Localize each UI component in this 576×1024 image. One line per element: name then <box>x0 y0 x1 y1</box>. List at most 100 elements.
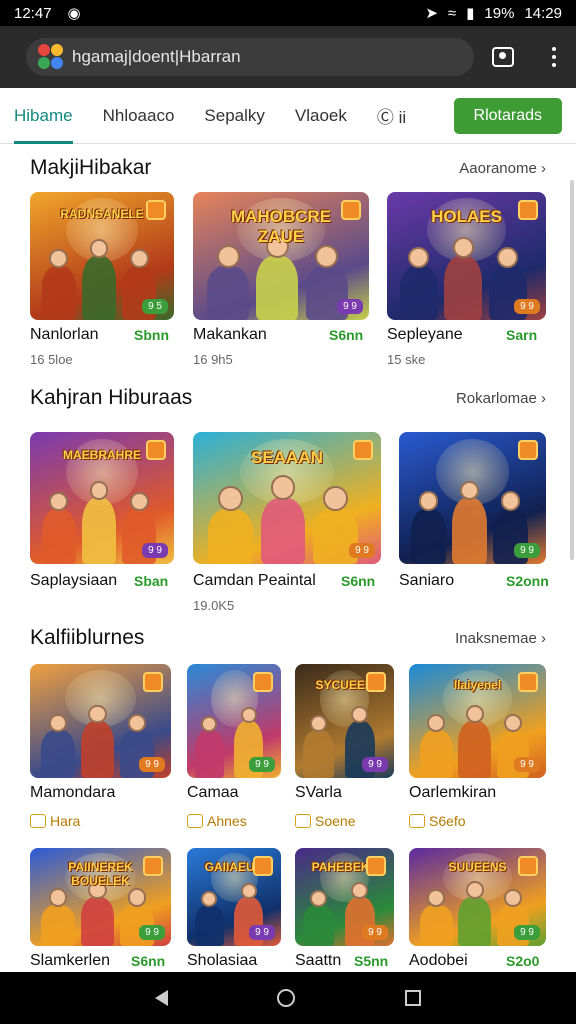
game-name[interactable]: Aodobei <box>409 952 468 970</box>
game-thumbnail[interactable]: PAIINEREK BOUELEK 9 9 <box>30 848 171 946</box>
game-card[interactable]: MAHOBCRE ZAUE 9 9 <box>193 192 369 320</box>
game-downloads: 19.0K5 <box>193 598 235 613</box>
game-thumbnail[interactable]: GAIIAEUN 9 9 <box>187 848 281 946</box>
game-thumbnail[interactable]: PAHEBEKS 9 9 <box>295 848 394 946</box>
game-thumbnail[interactable]: 9 9 <box>187 664 281 778</box>
game-thumbnail[interactable]: SYCUEEK 9 9 <box>295 664 394 778</box>
game-card[interactable]: HOLAES 9 9 <box>387 192 546 320</box>
game-name[interactable]: Slamkerlen <box>30 952 110 970</box>
genre-icon <box>143 672 163 692</box>
game-name[interactable]: Sepleyane <box>387 326 463 344</box>
character-head <box>48 713 68 733</box>
game-thumbnail[interactable]: MAEBRAHRE 9 9 <box>30 432 174 564</box>
game-card[interactable]: 9 9 <box>30 664 171 778</box>
character-figure <box>399 266 438 320</box>
game-name[interactable]: SVarla <box>295 784 342 802</box>
game-card[interactable]: SYCUEEK 9 9 <box>295 664 394 778</box>
character-head <box>418 491 438 511</box>
game-name[interactable]: Camdan Peaintal <box>193 572 316 590</box>
character-head <box>49 249 69 269</box>
rating-label: Ahnes <box>207 813 247 829</box>
game-card[interactable]: Ilaiyenel 9 9 <box>409 664 546 778</box>
tab-switcher-icon[interactable] <box>492 47 514 67</box>
game-name[interactable]: Saattn <box>295 952 341 970</box>
game-card[interactable]: PAHEBEKS 9 9 <box>295 848 394 946</box>
character-figure <box>41 730 75 778</box>
section-header: Kahjran Hiburaas Rokarlomae › <box>30 386 546 410</box>
game-card[interactable]: RADNSANELE 9 5 <box>30 192 174 320</box>
character-figure <box>194 730 224 778</box>
genre-icon <box>518 856 538 876</box>
genre-icon <box>146 440 166 460</box>
character-head <box>459 480 480 500</box>
game-price: S2onn <box>506 573 549 589</box>
genre-icon <box>366 672 386 692</box>
character-head <box>218 485 243 511</box>
character-head <box>127 888 147 907</box>
game-thumbnail[interactable]: MAHOBCRE ZAUE 9 9 <box>193 192 369 320</box>
character-head <box>270 475 296 500</box>
game-logo-text: MAEBRAHRE <box>63 447 141 462</box>
see-more-link[interactable]: Inaksnemae › <box>455 630 546 647</box>
recent-apps-icon[interactable] <box>405 990 422 1006</box>
tab-3[interactable]: Sepalky <box>204 88 264 144</box>
scrollbar[interactable] <box>570 180 574 560</box>
game-logo-text: SEAAAN <box>251 447 323 467</box>
game-downloads: 15 ske <box>387 352 426 367</box>
character-head <box>309 889 327 907</box>
tab-4[interactable]: Vlaoek <box>295 88 347 144</box>
game-price: S5nn <box>354 953 389 969</box>
game-thumbnail[interactable]: SEAAAN 9 9 <box>193 432 381 564</box>
game-card[interactable]: SUUEENS 9 9 <box>409 848 546 946</box>
character-figure <box>410 508 446 564</box>
section-header: Kalfiiblurnes Inaksnemae › <box>30 626 546 650</box>
status-clock: 14:29 <box>524 4 562 22</box>
character-figure <box>260 498 306 564</box>
game-thumbnail[interactable]: SUUEENS 9 9 <box>409 848 546 946</box>
address-bar[interactable]: hgamaj|doent|Hbarran <box>26 38 474 76</box>
browser-logo-icon <box>38 44 64 70</box>
game-card[interactable]: PAIINEREK BOUELEK 9 9 <box>30 848 171 946</box>
primary-action-button[interactable]: Rlotarads <box>453 97 562 134</box>
thumbs-up-icon <box>30 814 46 828</box>
game-name[interactable]: Sholasiaa <box>187 952 257 970</box>
tab-2[interactable]: Nhloaaco <box>103 88 175 144</box>
see-more-link[interactable]: Rokarlomae › <box>456 390 546 407</box>
game-name[interactable]: Saniaro <box>399 572 454 590</box>
genre-icon <box>341 200 361 220</box>
game-thumbnail[interactable]: 9 9 <box>399 432 546 564</box>
home-icon[interactable] <box>277 989 296 1007</box>
game-card[interactable]: 9 9 <box>399 432 546 564</box>
game-name[interactable]: Camaa <box>187 784 239 802</box>
game-thumbnail[interactable]: 9 9 <box>30 664 171 778</box>
game-logo-text: PAIINEREK BOUELEK <box>68 859 133 888</box>
back-icon[interactable] <box>154 990 168 1006</box>
status-time: 12:47 <box>14 4 52 22</box>
tab-home[interactable]: Hibame <box>14 88 73 144</box>
game-card[interactable]: GAIIAEUN 9 9 <box>187 848 281 946</box>
game-thumbnail[interactable]: Ilaiyenel 9 9 <box>409 664 546 778</box>
thumbs-up-icon <box>295 814 311 828</box>
rating-badge: 9 9 <box>514 757 540 772</box>
character-figure <box>208 508 253 564</box>
game-downloads: 16 5loe <box>30 352 73 367</box>
character-figure <box>207 266 249 320</box>
game-name[interactable]: Saplaysiaan <box>30 572 117 590</box>
game-card[interactable]: SEAAAN 9 9 <box>193 432 381 564</box>
game-card[interactable]: 9 9 <box>187 664 281 778</box>
character-figure <box>80 721 115 778</box>
game-name[interactable]: Nanlorlan <box>30 326 98 344</box>
game-price: S6nn <box>329 327 364 343</box>
rating-badge: 9 9 <box>362 757 388 772</box>
game-name[interactable]: Oarlemkiran <box>409 784 496 802</box>
game-thumbnail[interactable]: RADNSANELE 9 5 <box>30 192 174 320</box>
character-head <box>465 881 484 899</box>
character-figure <box>41 904 75 946</box>
tab-5[interactable]: Ⓒ ii <box>377 88 406 144</box>
game-thumbnail[interactable]: HOLAES 9 9 <box>387 192 546 320</box>
game-name[interactable]: Mamondara <box>30 784 115 802</box>
game-card[interactable]: MAEBRAHRE 9 9 <box>30 432 174 564</box>
see-more-link[interactable]: Aaoranome › <box>459 160 546 177</box>
more-vert-icon[interactable] <box>552 47 556 67</box>
game-name[interactable]: Makankan <box>193 326 267 344</box>
